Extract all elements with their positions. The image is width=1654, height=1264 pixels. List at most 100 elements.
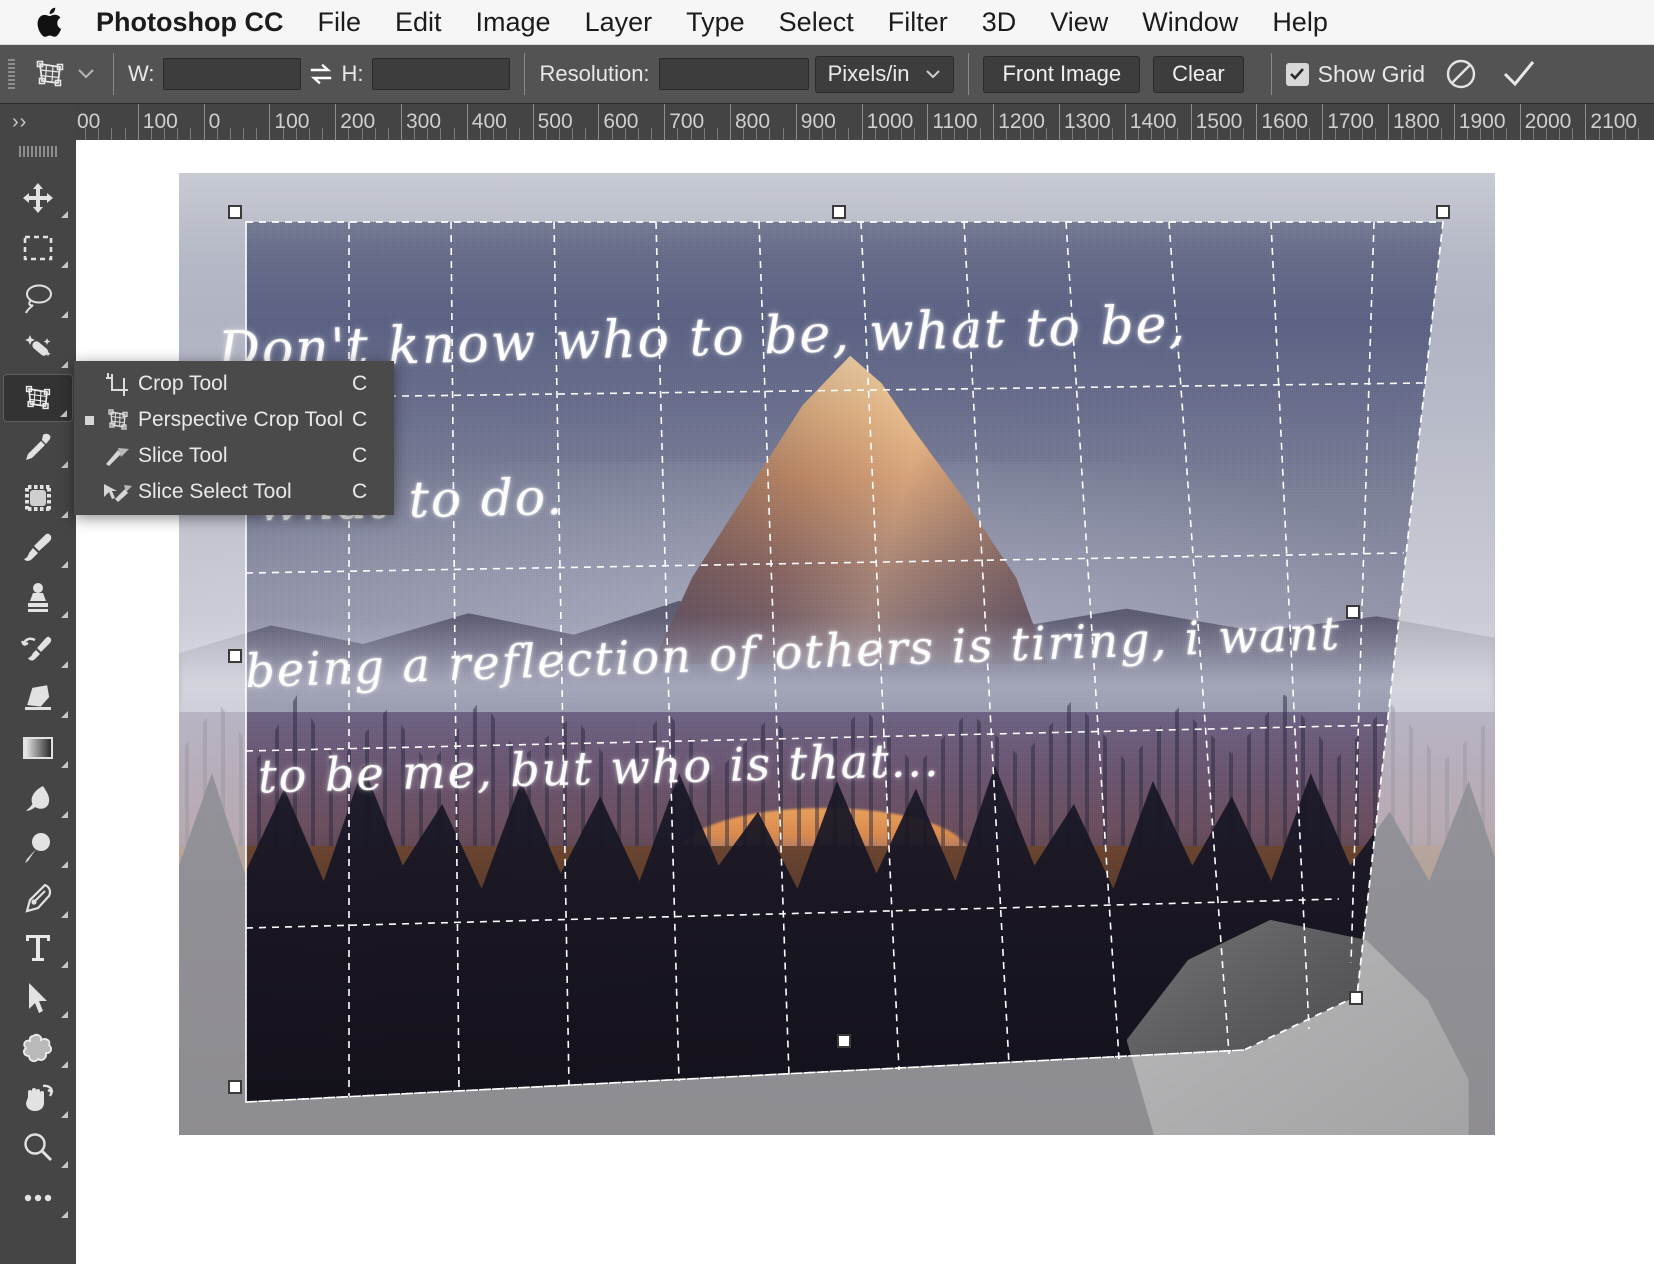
crop-handle-left-middle[interactable] xyxy=(227,649,242,664)
options-bar-grip[interactable] xyxy=(8,59,15,89)
ruler-minor-tick xyxy=(387,128,389,140)
ruler-tick-label: 1600 xyxy=(1261,110,1309,133)
ruler-minor-tick xyxy=(414,128,416,140)
tool-zoom[interactable] xyxy=(3,1124,73,1172)
ruler-minor-tick xyxy=(624,128,626,140)
tool-perspective-crop[interactable] xyxy=(3,374,73,422)
menu-photoshop-cc[interactable]: Photoshop CC xyxy=(90,0,300,45)
tool-gradient[interactable] xyxy=(3,724,73,772)
height-input[interactable] xyxy=(372,58,511,90)
tool-eyedropper[interactable] xyxy=(3,424,73,472)
menu-view[interactable]: View xyxy=(1033,0,1125,45)
options-divider-4 xyxy=(1270,53,1272,95)
width-input[interactable] xyxy=(163,58,302,90)
menu-3d[interactable]: 3D xyxy=(965,0,1034,45)
crop-handle-top-left[interactable] xyxy=(227,204,242,219)
checkbox-checked-icon xyxy=(1285,62,1309,86)
horizontal-ruler[interactable]: 00 100 0 100 200 300 400 500 600 700 800 900 1000 110… xyxy=(0,104,1654,140)
resolution-units-select[interactable]: Pixels/in xyxy=(814,55,955,93)
menu-layer[interactable]: Layer xyxy=(568,0,670,45)
ruler-tick-label: 1700 xyxy=(1327,110,1374,133)
menu-image[interactable]: Image xyxy=(459,0,568,45)
ruler-minor-tick xyxy=(1216,128,1218,140)
ruler-minor-tick xyxy=(874,128,876,140)
crop-tool-flyout-menu[interactable]: Crop Tool C Perspective Crop Tool C Slic… xyxy=(74,361,394,515)
flyout-label: Slice Select Tool xyxy=(138,480,292,503)
ruler-minor-tick xyxy=(1348,128,1350,140)
tools-panel-grip[interactable] xyxy=(0,140,76,162)
tool-brush[interactable] xyxy=(3,524,73,572)
flyout-item-slice-select-tool[interactable]: Slice Select Tool C xyxy=(74,474,394,510)
tool-quick-selection[interactable] xyxy=(3,324,73,372)
resolution-label: Resolution: xyxy=(539,61,650,86)
tool-edit-toolbar[interactable] xyxy=(3,1174,73,1222)
apple-logo-icon[interactable] xyxy=(34,5,68,39)
tool-move[interactable] xyxy=(3,174,73,222)
front-image-button[interactable]: Front Image xyxy=(983,55,1141,93)
perspective-crop-tool-icon[interactable] xyxy=(27,51,73,97)
show-grid-checkbox[interactable]: Show Grid xyxy=(1285,61,1425,88)
ruler-minor-tick xyxy=(177,128,179,140)
ruler-minor-tick xyxy=(1545,128,1547,140)
flyout-item-perspective-crop-tool[interactable]: Perspective Crop Tool C xyxy=(74,402,394,438)
crop-handle-top-center[interactable] xyxy=(831,204,846,219)
resolution-input[interactable] xyxy=(658,58,809,90)
crop-handle-top-right[interactable] xyxy=(1435,204,1450,219)
ruler-minor-tick xyxy=(1295,128,1297,140)
tool-lasso[interactable] xyxy=(3,274,73,322)
menu-help[interactable]: Help xyxy=(1255,0,1345,45)
swap-arrows-icon[interactable] xyxy=(301,60,341,88)
menu-type[interactable]: Type xyxy=(669,0,762,45)
panel-expand-button[interactable]: ›› xyxy=(0,104,76,140)
ruler-tick-label: 1100 xyxy=(932,110,978,133)
flyout-item-slice-tool[interactable]: Slice Tool C xyxy=(74,438,394,474)
tool-preset-chevron-down-icon[interactable] xyxy=(73,54,99,94)
ruler-minor-tick xyxy=(229,128,231,140)
ruler-tick-label: 1800 xyxy=(1393,110,1440,133)
document-image[interactable]: Don't know who to be, what to be, what t… xyxy=(179,173,1495,1135)
ruler-minor-tick xyxy=(506,128,508,140)
tool-path-selection[interactable] xyxy=(3,974,73,1022)
tool-eraser[interactable] xyxy=(3,674,73,722)
tool-hand[interactable] xyxy=(3,1074,73,1122)
ruler-minor-tick xyxy=(1006,128,1008,140)
ruler-minor-tick xyxy=(887,128,889,140)
crop-handle-bottom-center[interactable] xyxy=(837,1033,851,1048)
ruler-minor-tick xyxy=(572,128,574,140)
menu-edit[interactable]: Edit xyxy=(378,0,459,45)
crop-handle-right-middle[interactable] xyxy=(1346,604,1361,619)
menu-file[interactable]: File xyxy=(300,0,378,45)
ruler-minor-tick xyxy=(1374,128,1376,140)
cancel-prohibited-icon[interactable] xyxy=(1439,52,1483,96)
flyout-item-crop-tool[interactable]: Crop Tool C xyxy=(74,366,394,402)
ruler-minor-tick xyxy=(1335,128,1337,140)
flyout-shortcut: C xyxy=(352,408,368,431)
crop-tool-icon xyxy=(98,371,138,397)
ruler-tick-label: 100 xyxy=(274,110,310,133)
ruler-tick-label: 2100 xyxy=(1590,110,1638,133)
tool-patch[interactable] xyxy=(3,474,73,522)
canvas-area[interactable]: Don't know who to be, what to be, what t… xyxy=(76,140,1654,1264)
tool-blur[interactable] xyxy=(3,774,73,822)
clear-button[interactable]: Clear xyxy=(1153,55,1244,93)
tool-history-brush[interactable] xyxy=(3,624,73,672)
crop-handle-bottom-right[interactable] xyxy=(1348,990,1363,1005)
menu-select[interactable]: Select xyxy=(762,0,871,45)
crop-handle-bottom-left[interactable] xyxy=(227,1080,242,1095)
tool-custom-shape[interactable] xyxy=(3,1024,73,1072)
ruler-tick-label: 700 xyxy=(669,110,705,133)
menu-filter[interactable]: Filter xyxy=(871,0,965,45)
menu-bar: Photoshop CC File Edit Image Layer Type … xyxy=(0,0,1654,45)
tool-type[interactable] xyxy=(3,924,73,972)
tool-expand-corner-icon xyxy=(61,1061,68,1068)
tool-dodge[interactable] xyxy=(3,824,73,872)
ruler-minor-tick xyxy=(808,128,810,140)
tool-clone-stamp[interactable] xyxy=(3,574,73,622)
ruler-tick-label: 600 xyxy=(603,110,639,133)
ruler-tick-label: 500 xyxy=(537,110,573,133)
menu-window[interactable]: Window xyxy=(1125,0,1255,45)
tool-rectangular-marquee[interactable] xyxy=(3,224,73,272)
ruler-major-tick xyxy=(532,104,534,140)
checkmark-icon[interactable] xyxy=(1497,52,1541,96)
tool-pen[interactable] xyxy=(3,874,73,922)
